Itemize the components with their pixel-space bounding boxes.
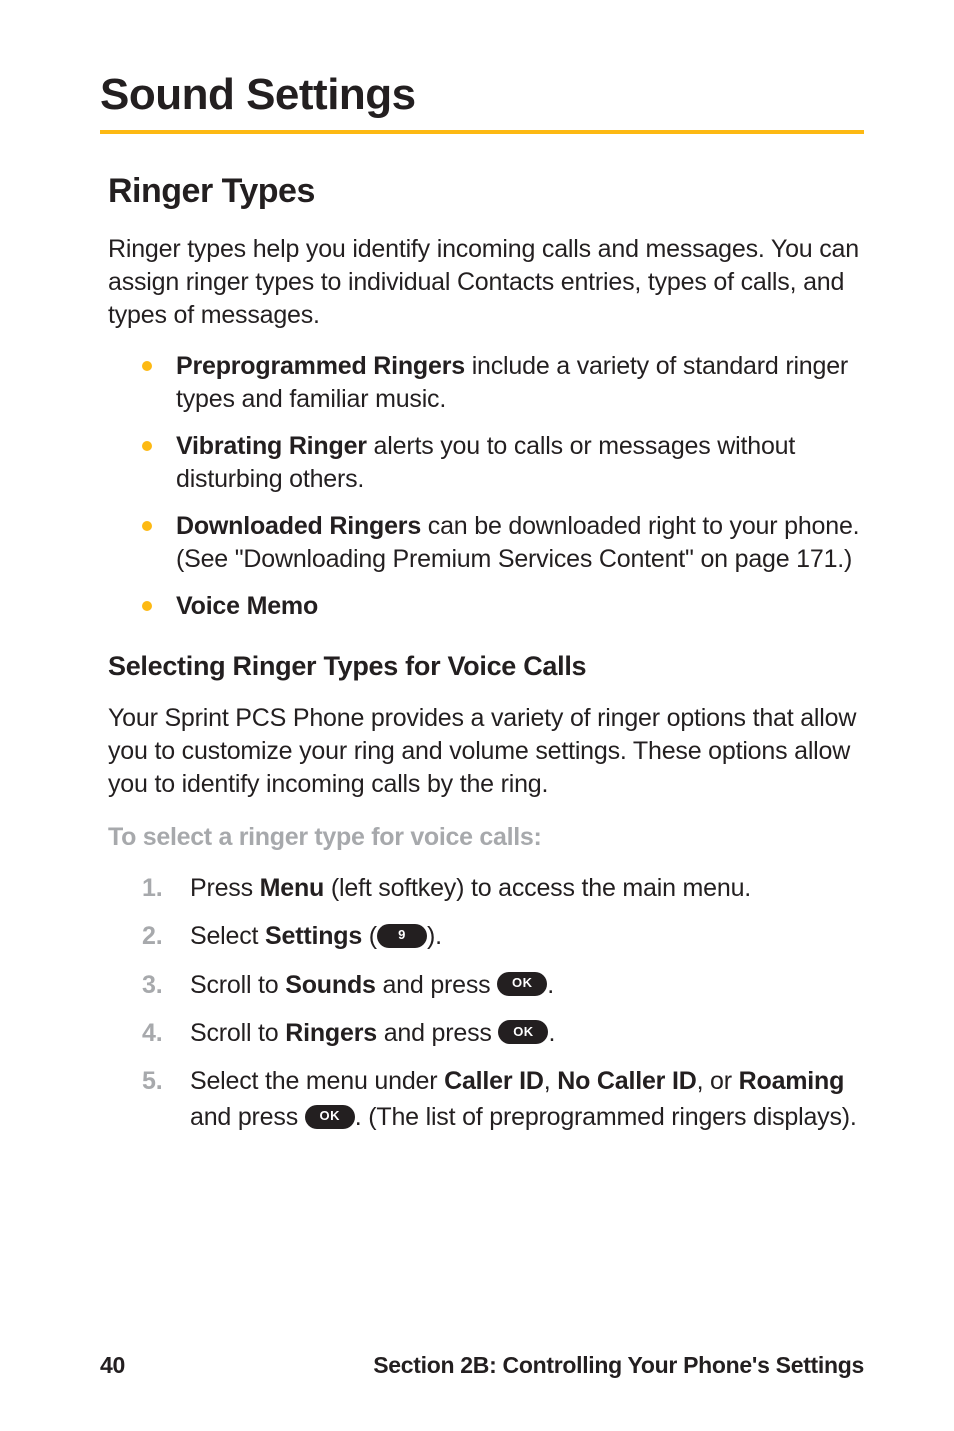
key-ok-icon: OK	[498, 1020, 548, 1044]
step-bold: Menu	[260, 874, 324, 902]
page-title: Sound Settings	[100, 70, 864, 120]
instruction-label: To select a ringer type for voice calls:	[108, 823, 864, 852]
step-text: .	[548, 1019, 555, 1047]
page-number: 40	[100, 1352, 125, 1379]
step-text: and press	[376, 971, 497, 999]
step-text: (left softkey) to access the main menu.	[324, 874, 751, 902]
step-bold: No Caller ID	[557, 1067, 696, 1095]
step-text: .	[547, 971, 554, 999]
title-underline	[100, 130, 864, 134]
intro-paragraph: Ringer types help you identify incoming …	[108, 233, 864, 332]
step-bold: Ringers	[285, 1019, 377, 1047]
bullet-bold: Preprogrammed Ringers	[176, 352, 465, 380]
step-4: 4. Scroll to Ringers and press OK.	[142, 1015, 864, 1051]
step-text: Select the menu under	[190, 1067, 444, 1095]
step-3: 3. Scroll to Sounds and press OK.	[142, 967, 864, 1003]
step-number: 1.	[142, 870, 162, 906]
step-bold: Roaming	[739, 1067, 845, 1095]
footer-section-label: Section 2B: Controlling Your Phone's Set…	[373, 1352, 864, 1379]
subheading-selecting-ringer: Selecting Ringer Types for Voice Calls	[108, 651, 864, 682]
bullet-bold: Voice Memo	[176, 592, 318, 620]
step-text: and press	[190, 1103, 305, 1131]
step-number: 2.	[142, 918, 162, 954]
step-text: ).	[427, 922, 442, 950]
bullet-item-preprogrammed: Preprogrammed Ringers include a variety …	[142, 350, 864, 416]
step-number: 3.	[142, 967, 162, 1003]
step-bold: Caller ID	[444, 1067, 544, 1095]
step-number: 4.	[142, 1015, 162, 1051]
bullet-bold: Vibrating Ringer	[176, 432, 367, 460]
step-number: 5.	[142, 1063, 162, 1099]
key-ok-icon: OK	[497, 972, 547, 996]
step-text: , or	[697, 1067, 739, 1095]
key-9-icon: 9	[377, 924, 427, 948]
bullet-bold: Downloaded Ringers	[176, 512, 421, 540]
step-text: Scroll to	[190, 971, 285, 999]
step-text: and press	[377, 1019, 498, 1047]
page-footer: 40 Section 2B: Controlling Your Phone's …	[100, 1352, 864, 1379]
bullet-item-voice-memo: Voice Memo	[142, 590, 864, 623]
description-paragraph: Your Sprint PCS Phone provides a variety…	[108, 702, 864, 801]
step-1: 1. Press Menu (left softkey) to access t…	[142, 870, 864, 906]
step-text: Scroll to	[190, 1019, 285, 1047]
bullet-item-downloaded: Downloaded Ringers can be downloaded rig…	[142, 510, 864, 576]
key-ok-icon: OK	[305, 1105, 355, 1129]
step-bold: Settings	[265, 922, 362, 950]
step-text: ,	[544, 1067, 558, 1095]
step-2: 2. Select Settings (9).	[142, 918, 864, 954]
steps-list: 1. Press Menu (left softkey) to access t…	[142, 870, 864, 1136]
step-text: Select	[190, 922, 265, 950]
section-heading-ringer-types: Ringer Types	[108, 172, 864, 211]
step-5: 5. Select the menu under Caller ID, No C…	[142, 1063, 864, 1136]
step-text: . (The list of preprogrammed ringers dis…	[355, 1103, 857, 1131]
bullet-item-vibrating: Vibrating Ringer alerts you to calls or …	[142, 430, 864, 496]
step-text: (	[362, 922, 377, 950]
bullet-list: Preprogrammed Ringers include a variety …	[142, 350, 864, 623]
step-text: Press	[190, 874, 260, 902]
step-bold: Sounds	[285, 971, 375, 999]
